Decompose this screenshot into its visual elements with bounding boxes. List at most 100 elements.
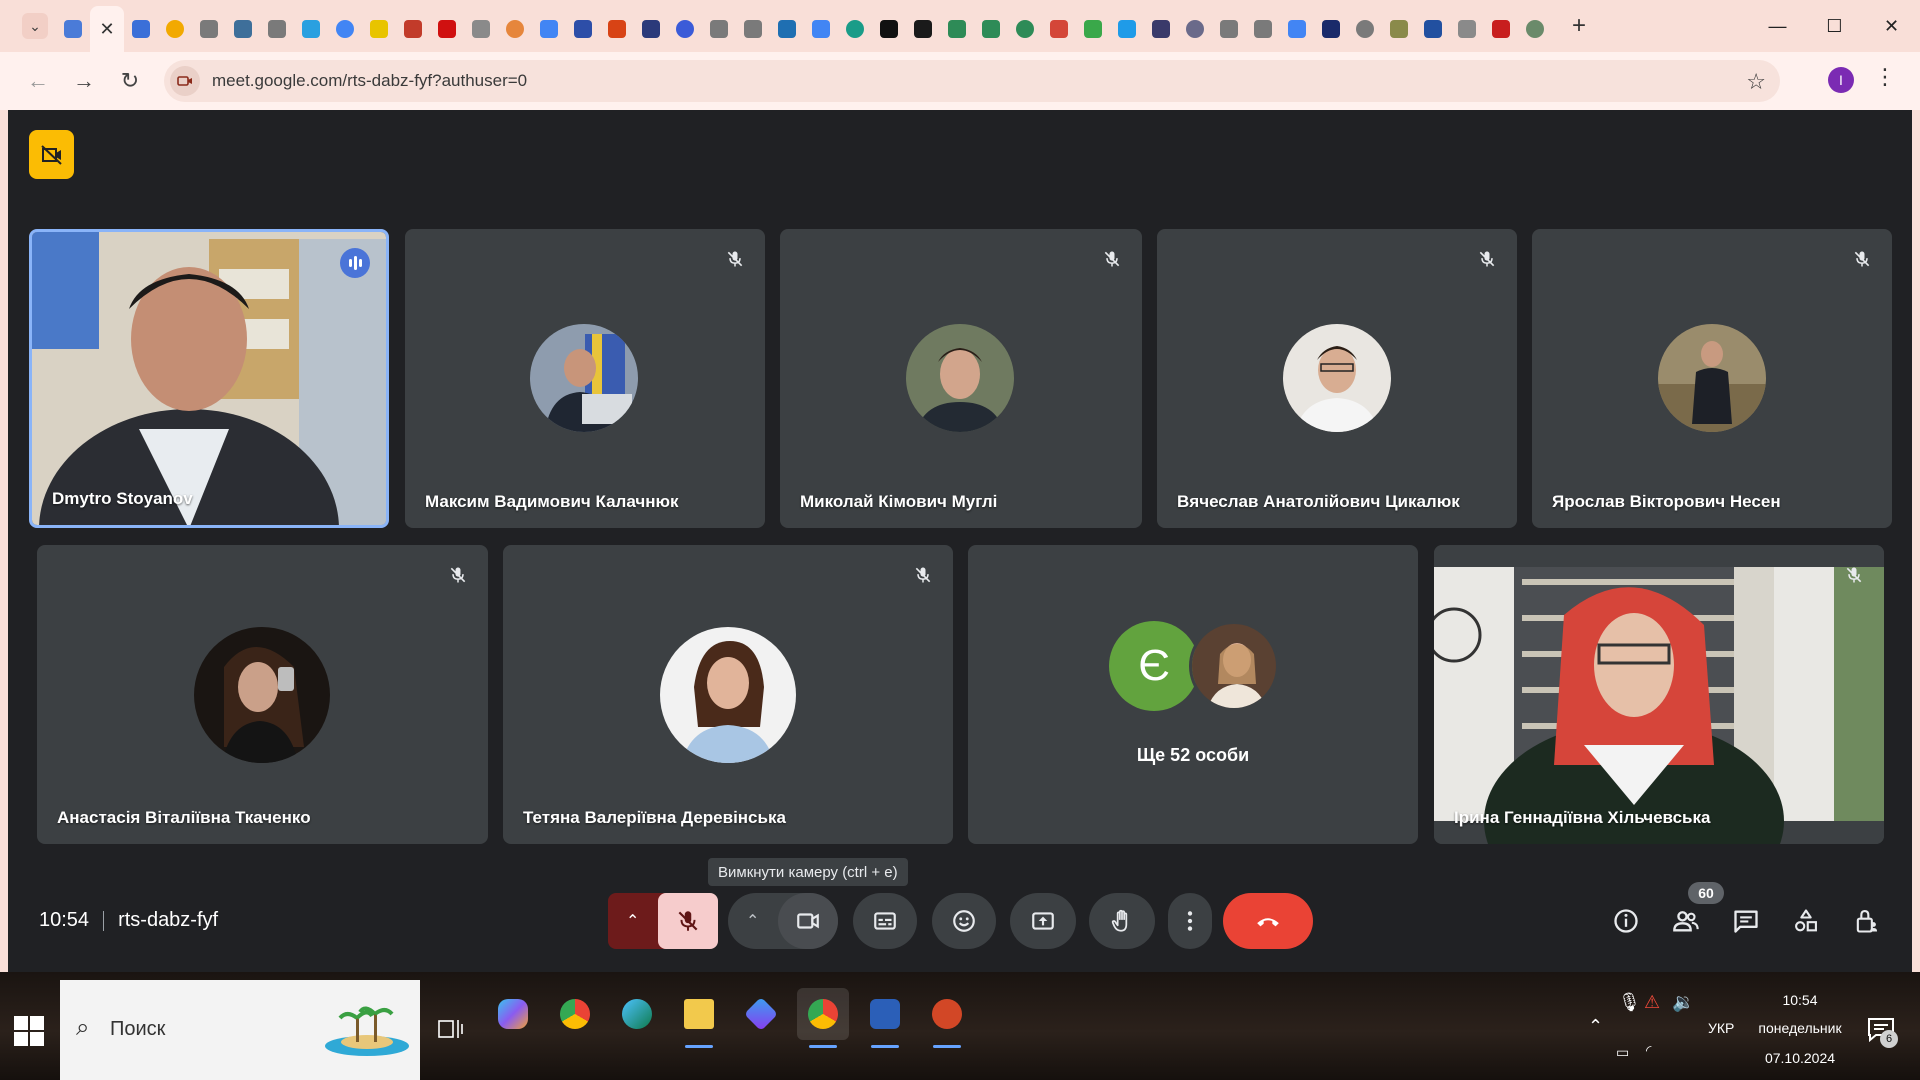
participant-tile-4[interactable]: Вячеслав Анатолійович Цикалюк	[1157, 229, 1517, 528]
browser-tab[interactable]	[532, 9, 566, 49]
back-button[interactable]: ←	[20, 63, 56, 99]
participant-tile-3[interactable]: Миколай Кімович Муглі	[780, 229, 1142, 528]
forward-button[interactable]: →	[66, 63, 102, 99]
browser-tab[interactable]	[124, 9, 158, 49]
browser-tab[interactable]	[464, 9, 498, 49]
taskbar-chrome-profile[interactable]	[797, 988, 849, 1048]
maximize-button[interactable]: ☐	[1806, 0, 1863, 52]
browser-tab[interactable]	[1110, 9, 1144, 49]
browser-tab[interactable]	[260, 9, 294, 49]
address-bar[interactable]: meet.google.com/rts-dabz-fyf?authuser=0 …	[164, 60, 1780, 102]
browser-tab[interactable]	[1348, 9, 1382, 49]
browser-tab[interactable]	[1178, 9, 1212, 49]
participant-tile-8[interactable]: Ірина Геннадіївна Хільчевська	[1434, 545, 1884, 844]
browser-tab[interactable]	[1008, 9, 1042, 49]
network-icon[interactable]: ◜	[1646, 1042, 1651, 1059]
browser-tab[interactable]	[56, 9, 90, 49]
volume-icon[interactable]: 🔉	[1672, 992, 1694, 1013]
browser-tab[interactable]	[430, 9, 464, 49]
participant-tile-2[interactable]: Максим Вадимович Калачнюк	[405, 229, 765, 528]
browser-tab[interactable]	[1280, 9, 1314, 49]
browser-tab[interactable]	[1314, 9, 1348, 49]
camera-toggle-button[interactable]	[778, 893, 838, 949]
browser-tab[interactable]	[600, 9, 634, 49]
participant-tile-5[interactable]: Ярослав Вікторович Несен	[1532, 229, 1892, 528]
browser-tab[interactable]	[872, 9, 906, 49]
browser-tab[interactable]	[974, 9, 1008, 49]
active-tab[interactable]: ✕	[90, 6, 124, 52]
more-options-button[interactable]	[1168, 893, 1212, 949]
mic-toggle-button[interactable]	[658, 893, 718, 949]
browser-tab[interactable]	[1212, 9, 1246, 49]
present-screen-button[interactable]	[1010, 893, 1076, 949]
participant-tile-6[interactable]: Анастасія Віталіївна Ткаченко	[37, 545, 488, 844]
browser-tab[interactable]	[158, 9, 192, 49]
browser-tab[interactable]	[770, 9, 804, 49]
input-language[interactable]: УКР	[1708, 1020, 1734, 1036]
new-tab-button[interactable]: +	[1564, 12, 1594, 40]
chat-button[interactable]	[1726, 901, 1766, 941]
browser-tab[interactable]	[634, 9, 668, 49]
close-window-button[interactable]: ✕	[1863, 0, 1920, 52]
others-tile[interactable]: Є Ще 52 особи	[968, 545, 1418, 844]
taskbar-file-explorer[interactable]	[679, 994, 719, 1048]
show-hidden-icons-chevron-icon[interactable]: ⌃	[1588, 1016, 1603, 1037]
minimize-button[interactable]: —	[1749, 0, 1806, 52]
browser-tab[interactable]	[1144, 9, 1178, 49]
taskbar-search[interactable]: ⌕ Поиск	[60, 980, 420, 1080]
taskbar-word[interactable]	[865, 994, 905, 1048]
browser-tab[interactable]	[1042, 9, 1076, 49]
task-view-icon[interactable]	[438, 1018, 464, 1040]
host-controls-button[interactable]	[1846, 901, 1886, 941]
browser-tab[interactable]	[702, 9, 736, 49]
taskbar-copilot[interactable]	[493, 994, 533, 1034]
browser-tab[interactable]	[192, 9, 226, 49]
microphone-in-use-icon[interactable]: 🎙	[1618, 992, 1641, 1013]
tab-search-button[interactable]: ⌄	[22, 13, 48, 39]
browser-tab[interactable]	[736, 9, 770, 49]
taskbar-chrome[interactable]	[555, 994, 595, 1034]
profile-avatar[interactable]: I	[1828, 67, 1854, 93]
browser-tab[interactable]	[668, 9, 702, 49]
leave-call-button[interactable]	[1223, 893, 1313, 949]
people-button[interactable]	[1666, 901, 1706, 941]
clock-day[interactable]: понедельник	[1750, 1020, 1850, 1036]
browser-tab[interactable]	[498, 9, 532, 49]
browser-tab[interactable]	[906, 9, 940, 49]
browser-tab[interactable]	[328, 9, 362, 49]
close-tab-icon[interactable]: ✕	[99, 19, 114, 40]
taskbar-media-player[interactable]	[741, 994, 781, 1034]
browser-menu-icon[interactable]: ⋮	[1874, 64, 1896, 90]
site-info-icon[interactable]	[170, 66, 200, 96]
browser-tab[interactable]	[294, 9, 328, 49]
browser-tab[interactable]	[1382, 9, 1416, 49]
clock-date[interactable]: 07.10.2024	[1750, 1050, 1850, 1066]
reactions-button[interactable]	[932, 893, 996, 949]
taskbar-edge[interactable]	[617, 994, 657, 1034]
browser-tab[interactable]	[396, 9, 430, 49]
battery-icon[interactable]: ▭	[1616, 1044, 1629, 1061]
participant-tile-1[interactable]: Dmytro Stoyanov	[29, 229, 389, 528]
browser-tab[interactable]	[1450, 9, 1484, 49]
browser-tab[interactable]	[804, 9, 838, 49]
taskbar-powerpoint[interactable]	[927, 994, 967, 1048]
start-button[interactable]	[14, 1016, 44, 1046]
browser-tab[interactable]	[1076, 9, 1110, 49]
audio-options-chevron-icon[interactable]: ⌃	[626, 911, 639, 931]
reload-button[interactable]: ↻	[112, 63, 148, 99]
captions-button[interactable]	[853, 893, 917, 949]
browser-tab[interactable]	[362, 9, 396, 49]
bookmark-star-icon[interactable]: ☆	[1746, 69, 1766, 95]
no-video-indicator-icon[interactable]	[29, 130, 74, 179]
browser-tab[interactable]	[838, 9, 872, 49]
browser-tab[interactable]	[566, 9, 600, 49]
browser-tab[interactable]	[940, 9, 974, 49]
activities-button[interactable]	[1786, 901, 1826, 941]
clock-time[interactable]: 10:54	[1750, 992, 1850, 1008]
meeting-details-button[interactable]	[1606, 901, 1646, 941]
browser-tab[interactable]	[1518, 9, 1552, 49]
browser-tab[interactable]	[1246, 9, 1280, 49]
video-options-chevron-icon[interactable]: ⌃	[746, 911, 759, 931]
warning-icon[interactable]: ⚠	[1644, 992, 1660, 1013]
participant-tile-7[interactable]: Тетяна Валеріївна Деревінська	[503, 545, 953, 844]
